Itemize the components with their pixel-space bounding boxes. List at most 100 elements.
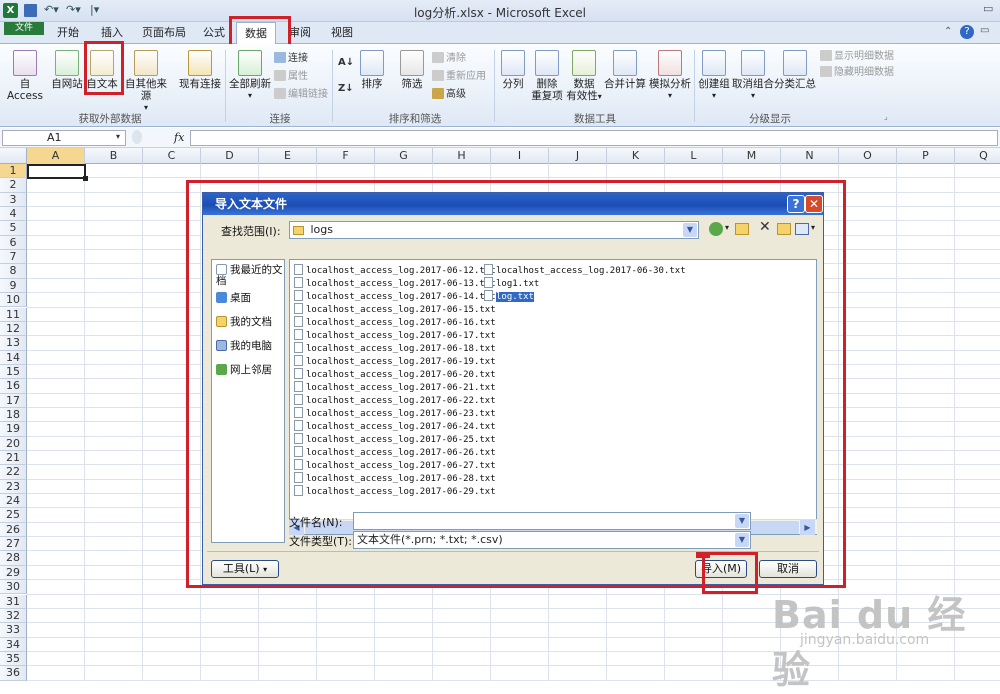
file-item[interactable]: localhost_access_log.2017-06-21.txt: [294, 381, 496, 394]
sort-ascending-icon[interactable]: A↓: [338, 56, 354, 70]
row-header-24[interactable]: 24: [0, 494, 27, 509]
show-detail-button[interactable]: 显示明细数据: [820, 50, 894, 64]
column-header-j[interactable]: J: [549, 148, 607, 164]
tools-button[interactable]: 工具(L) ▾: [211, 560, 279, 578]
group-button[interactable]: 创建组 ▾: [698, 50, 730, 102]
clear-button[interactable]: 清除: [432, 52, 466, 66]
row-header-26[interactable]: 26: [0, 522, 27, 538]
column-header-k[interactable]: K: [607, 148, 665, 164]
file-item[interactable]: localhost_access_log.2017-06-19.txt: [294, 355, 496, 368]
properties-button[interactable]: 属性: [274, 70, 308, 84]
back-dropdown-icon[interactable]: ▾: [725, 223, 729, 232]
select-all-corner[interactable]: [0, 148, 27, 164]
from-access-button[interactable]: 自 Access: [2, 50, 48, 102]
filetype-select[interactable]: 文本文件(*.prn; *.txt; *.csv) ▼: [353, 531, 751, 549]
file-item[interactable]: localhost_access_log.2017-06-29.txt: [294, 485, 496, 498]
dialog-help-button[interactable]: ?: [787, 195, 805, 213]
row-header-16[interactable]: 16: [0, 379, 27, 394]
tab-view[interactable]: 视图: [324, 22, 360, 44]
row-header-9[interactable]: 9: [0, 278, 27, 294]
subtotal-button[interactable]: 分类汇总: [774, 50, 816, 90]
row-header-19[interactable]: 19: [0, 422, 27, 437]
views-dropdown-icon[interactable]: ▾: [811, 223, 815, 232]
row-header-13[interactable]: 13: [0, 336, 27, 351]
place-my-computer[interactable]: 我的电脑: [216, 340, 284, 352]
up-folder-icon[interactable]: [735, 223, 749, 235]
from-web-button[interactable]: 自网站: [50, 50, 84, 90]
sort-descending-icon[interactable]: Z↓: [338, 82, 354, 96]
file-item[interactable]: log1.txt: [484, 277, 686, 290]
row-header-3[interactable]: 3: [0, 192, 27, 208]
row-header-25[interactable]: 25: [0, 508, 27, 523]
file-item[interactable]: localhost_access_log.2017-06-14.txt: [294, 290, 496, 303]
row-header-18[interactable]: 18: [0, 407, 27, 423]
row-header-36[interactable]: 36: [0, 666, 27, 681]
file-item[interactable]: localhost_access_log.2017-06-16.txt: [294, 316, 496, 329]
file-item[interactable]: log.txt: [484, 290, 686, 303]
row-header-15[interactable]: 15: [0, 364, 27, 380]
tab-file[interactable]: 文件: [4, 22, 44, 35]
help-icon[interactable]: ?: [960, 25, 974, 39]
tab-formulas[interactable]: 公式: [196, 22, 232, 44]
data-validation-button[interactable]: 数据 有效性▾: [566, 50, 602, 103]
row-header-31[interactable]: 31: [0, 594, 27, 609]
file-item[interactable]: localhost_access_log.2017-06-30.txt: [484, 264, 686, 277]
views-icon[interactable]: [795, 223, 809, 235]
row-header-2[interactable]: 2: [0, 178, 27, 193]
file-item[interactable]: localhost_access_log.2017-06-24.txt: [294, 420, 496, 433]
insert-function-icon[interactable]: fx: [174, 131, 184, 144]
row-header-23[interactable]: 23: [0, 479, 27, 495]
column-header-e[interactable]: E: [259, 148, 317, 164]
column-header-l[interactable]: L: [665, 148, 723, 164]
column-header-a[interactable]: A: [27, 148, 85, 164]
hide-detail-button[interactable]: 隐藏明细数据: [820, 66, 894, 80]
file-item[interactable]: localhost_access_log.2017-06-20.txt: [294, 368, 496, 381]
row-header-32[interactable]: 32: [0, 608, 27, 624]
formula-bar-expand-icon[interactable]: [132, 130, 142, 144]
place-desktop[interactable]: 桌面: [216, 292, 284, 304]
remove-duplicates-button[interactable]: 删除 重复项: [530, 50, 564, 102]
row-header-22[interactable]: 22: [0, 465, 27, 480]
row-header-34[interactable]: 34: [0, 637, 27, 652]
row-header-11[interactable]: 11: [0, 307, 27, 322]
row-header-10[interactable]: 10: [0, 293, 27, 308]
filename-input[interactable]: ▼: [353, 512, 751, 530]
file-item[interactable]: localhost_access_log.2017-06-12.txt: [294, 264, 496, 277]
fill-handle[interactable]: [83, 176, 88, 181]
name-box[interactable]: A1: [2, 130, 126, 146]
scroll-right-icon[interactable]: ▶: [800, 520, 815, 535]
place-recent-docs[interactable]: 我最近的文档: [216, 264, 284, 287]
file-item[interactable]: localhost_access_log.2017-06-15.txt: [294, 303, 496, 316]
row-header-5[interactable]: 5: [0, 221, 27, 236]
tab-home[interactable]: 开始: [50, 22, 86, 44]
consolidate-button[interactable]: 合并计算: [604, 50, 646, 90]
file-item[interactable]: localhost_access_log.2017-06-18.txt: [294, 342, 496, 355]
existing-connections-button[interactable]: 现有连接: [178, 50, 222, 90]
column-header-q[interactable]: Q: [955, 148, 1000, 164]
row-header-33[interactable]: 33: [0, 623, 27, 638]
place-network[interactable]: 网上邻居: [216, 364, 284, 376]
refresh-all-button[interactable]: 全部刷新 ▾: [228, 50, 272, 102]
file-item[interactable]: localhost_access_log.2017-06-28.txt: [294, 472, 496, 485]
place-my-documents[interactable]: 我的文档: [216, 316, 284, 328]
name-box-dropdown-icon[interactable]: ▾: [116, 132, 120, 141]
file-item[interactable]: localhost_access_log.2017-06-13.txt: [294, 277, 496, 290]
ribbon-collapse-icon[interactable]: ⌃: [944, 26, 952, 37]
back-icon[interactable]: [709, 222, 723, 236]
active-cell-a1[interactable]: [27, 164, 86, 179]
file-item[interactable]: localhost_access_log.2017-06-25.txt: [294, 433, 496, 446]
new-folder-icon[interactable]: [777, 223, 791, 235]
what-if-analysis-button[interactable]: 模拟分析 ▾: [648, 50, 692, 102]
column-header-o[interactable]: O: [839, 148, 897, 164]
minimize-icon[interactable]: ▭: [983, 2, 993, 15]
row-header-30[interactable]: 30: [0, 580, 27, 595]
column-header-f[interactable]: F: [317, 148, 375, 164]
file-item[interactable]: localhost_access_log.2017-06-22.txt: [294, 394, 496, 407]
dialog-close-button[interactable]: ✕: [805, 195, 823, 213]
advanced-button[interactable]: 高级: [432, 88, 466, 102]
column-header-m[interactable]: M: [723, 148, 781, 164]
row-header-21[interactable]: 21: [0, 451, 27, 466]
column-header-h[interactable]: H: [433, 148, 491, 164]
filter-button[interactable]: 筛选: [396, 50, 428, 90]
column-header-g[interactable]: G: [375, 148, 433, 164]
